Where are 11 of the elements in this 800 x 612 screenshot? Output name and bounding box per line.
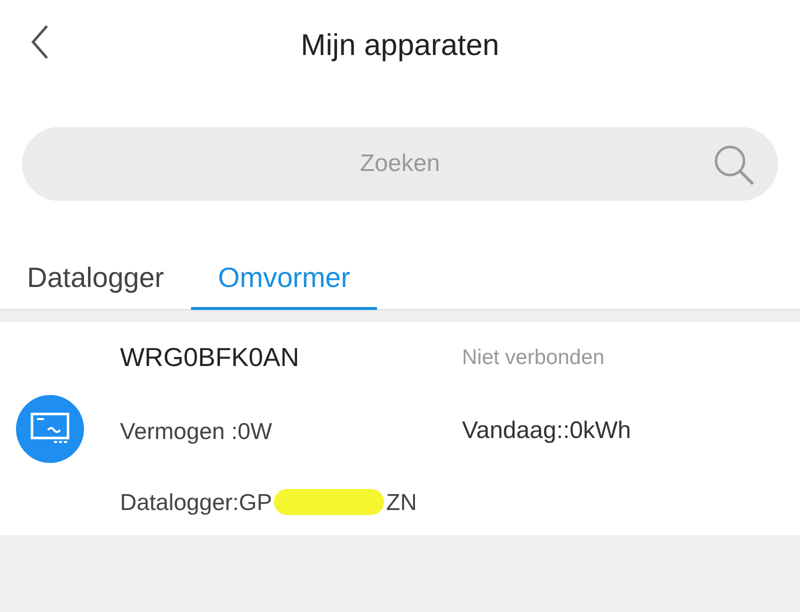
search-field[interactable]: Zoeken: [22, 127, 778, 201]
device-name: WRG0BFK0AN: [120, 340, 300, 374]
datalogger-serial-end: ZN: [386, 488, 417, 517]
tab[interactable]: Datalogger: [0, 248, 191, 310]
power-reading: Vermogen :0W: [120, 416, 274, 446]
datalogger-serial: Datalogger:GP: [120, 488, 272, 517]
connection-status: Niet verbonden: [462, 344, 606, 370]
device-card[interactable]: WRG0BFK0AN Niet verbonden Vermogen :0W Vandaag::0kWh Datalogger:GP ZN: [0, 322, 800, 535]
back-icon: [30, 24, 50, 60]
page-title: Mijn apparaten: [300, 28, 500, 64]
today-energy: Vandaag::0kWh: [462, 416, 632, 446]
